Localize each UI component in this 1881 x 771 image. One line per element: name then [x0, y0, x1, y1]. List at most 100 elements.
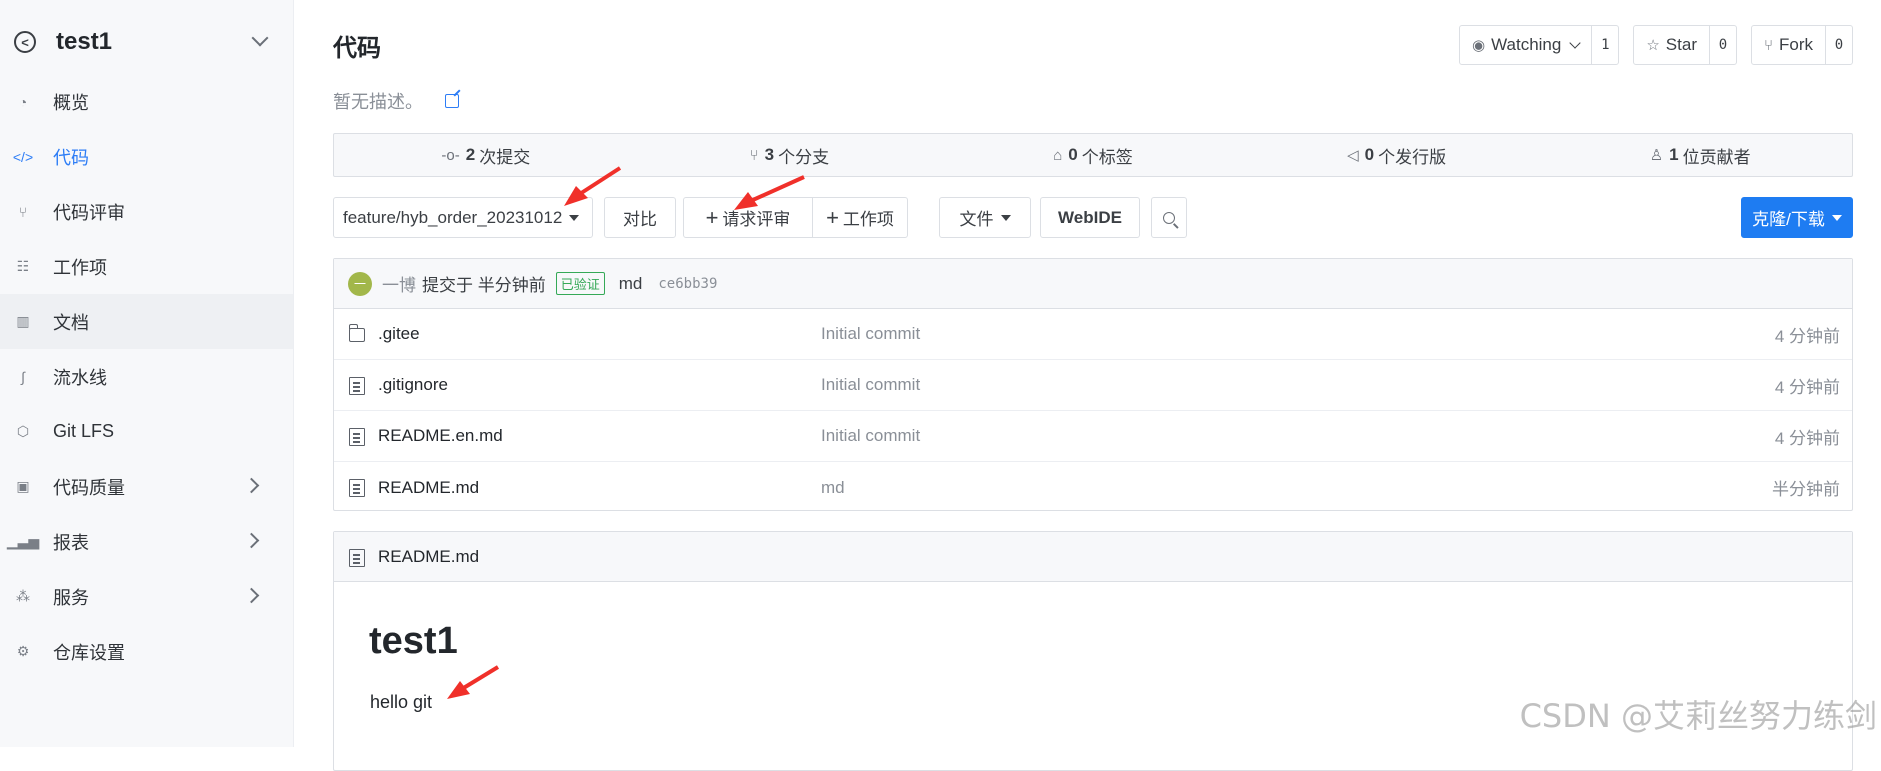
verified-badge: 已验证: [556, 272, 605, 295]
file-icon: [349, 479, 365, 497]
sidebar: < test1 ◔ 概览 </> 代码 ⑂ 代码评审 ☷ 工作项 ▥ 文档 ∫ …: [0, 0, 294, 747]
users-icon: ♙: [1650, 146, 1663, 164]
file-icon: [349, 428, 365, 446]
sidebar-nav: ◔ 概览 </> 代码 ⑂ 代码评审 ☷ 工作项 ▥ 文档 ∫ 流水线 ⬡ Gi…: [0, 74, 293, 679]
fork-count[interactable]: 0: [1826, 26, 1852, 64]
branches-stat[interactable]: ⑂ 3个分支: [638, 143, 942, 168]
tags-stat[interactable]: ⌂0个标签: [941, 143, 1245, 168]
branches-label: 个分支: [778, 143, 829, 168]
star-count[interactable]: 0: [1710, 26, 1736, 64]
sidebar-item-label: Git LFS: [53, 421, 114, 442]
file-icon: [349, 377, 365, 395]
sidebar-item-code[interactable]: </> 代码: [0, 129, 293, 184]
sidebar-item-label: 代码: [53, 144, 89, 170]
pipeline-icon: ∫: [14, 368, 32, 386]
latest-commit-row: 一 一博 提交于 半分钟前 已验证 md ce6bb39: [334, 259, 1852, 309]
main-content: 代码 暂无描述。 ◉Watching 1 ☆Star 0 ⑂Fork 0 -o-…: [333, 0, 1853, 747]
book-icon: ▥: [14, 313, 32, 331]
back-icon[interactable]: <: [14, 31, 36, 53]
annotation-arrow: [560, 164, 630, 209]
sidebar-item-pipeline[interactable]: ∫ 流水线: [0, 349, 293, 404]
sidebar-item-code-review[interactable]: ⑂ 代码评审: [0, 184, 293, 239]
file-row[interactable]: README.en.md Initial commit 4 分钟前: [334, 411, 1852, 462]
edit-icon[interactable]: [445, 94, 459, 108]
star-button[interactable]: ☆Star 0: [1633, 25, 1737, 65]
tags-label: 个标签: [1082, 143, 1133, 168]
code-icon: </>: [14, 148, 32, 166]
plus-icon: +: [706, 207, 719, 229]
branches-count: 3: [765, 145, 774, 165]
commit-message[interactable]: md: [619, 274, 643, 294]
webide-label: WebIDE: [1058, 208, 1122, 228]
sidebar-item-services[interactable]: ⁂ 服务: [0, 569, 293, 624]
social-buttons: ◉Watching 1 ☆Star 0 ⑂Fork 0: [1445, 25, 1853, 65]
plus-icon: +: [826, 207, 839, 229]
file-label: 文件: [960, 205, 994, 230]
commit-hash[interactable]: ce6bb39: [658, 276, 717, 292]
file-time: 4 分钟前: [1775, 373, 1840, 398]
fork-button[interactable]: ⑂Fork 0: [1751, 25, 1853, 65]
clone-label: 克隆/下载: [1752, 205, 1825, 230]
repo-header[interactable]: < test1: [14, 22, 274, 62]
work-item-label: 工作项: [843, 205, 894, 230]
avatar[interactable]: 一: [348, 272, 372, 296]
file-commit-message[interactable]: Initial commit: [821, 375, 920, 395]
sidebar-item-reports[interactable]: ▁▃▅ 报表: [0, 514, 293, 569]
star-label: Star: [1666, 35, 1697, 55]
gear-icon: ⚙: [14, 643, 32, 661]
repo-name: test1: [56, 28, 112, 56]
file-commit-message[interactable]: Initial commit: [821, 426, 920, 446]
dashboard-icon: ◔: [14, 93, 32, 111]
sidebar-item-work-items[interactable]: ☷ 工作项: [0, 239, 293, 294]
annotation-arrow: [443, 664, 503, 704]
file-row[interactable]: .gitignore Initial commit 4 分钟前: [334, 360, 1852, 411]
watermark: CSDN @艾莉丝努力练剑: [1520, 691, 1877, 737]
file-row[interactable]: .gitee Initial commit 4 分钟前: [334, 309, 1852, 360]
commits-count: 2: [466, 145, 475, 165]
commits-label: 次提交: [479, 143, 530, 168]
sidebar-item-settings[interactable]: ⚙ 仓库设置: [0, 624, 293, 679]
sidebar-item-label: 流水线: [53, 364, 107, 390]
caret-down-icon: [1001, 215, 1011, 221]
pull-request-icon: ⑂: [14, 203, 32, 221]
clone-download-button[interactable]: 克隆/下载: [1741, 197, 1853, 238]
work-item-button[interactable]: +工作项: [812, 197, 908, 238]
file-time: 4 分钟前: [1775, 322, 1840, 347]
contributors-count: 1: [1669, 145, 1678, 165]
search-button[interactable]: [1151, 197, 1187, 238]
branch-select[interactable]: feature/hyb_order_20231012: [333, 197, 593, 238]
chevron-down-icon: [1570, 37, 1581, 48]
chevron-down-icon[interactable]: [252, 30, 269, 47]
folder-icon: [349, 328, 365, 342]
contributors-stat[interactable]: ♙ 1位贡献者: [1548, 143, 1852, 168]
file-list: 一 一博 提交于 半分钟前 已验证 md ce6bb39 .gitee Init…: [333, 258, 1853, 511]
branch-icon: ⑂: [750, 147, 759, 164]
webide-button[interactable]: WebIDE: [1040, 197, 1140, 238]
watch-count[interactable]: 1: [1592, 26, 1618, 64]
sidebar-item-code-quality[interactable]: ▣ 代码质量: [0, 459, 293, 514]
file-name[interactable]: README.en.md: [378, 426, 503, 446]
file-row[interactable]: README.md md 半分钟前: [334, 462, 1852, 513]
sidebar-item-overview[interactable]: ◔ 概览: [0, 74, 293, 129]
branch-name: feature/hyb_order_20231012: [343, 208, 562, 228]
file-commit-message[interactable]: Initial commit: [821, 324, 920, 344]
file-name[interactable]: README.md: [378, 478, 479, 498]
readme-header: README.md: [334, 532, 1852, 582]
tag-icon: ⌂: [1053, 147, 1062, 164]
releases-count: 0: [1365, 145, 1374, 165]
watch-button[interactable]: ◉Watching 1: [1459, 25, 1619, 65]
file-name[interactable]: .gitee: [378, 324, 420, 344]
release-icon: ◁: [1347, 146, 1359, 164]
sidebar-item-docs[interactable]: ▥ 文档: [0, 294, 293, 349]
commit-author[interactable]: 一博: [382, 271, 416, 296]
file-menu-button[interactable]: 文件: [939, 197, 1031, 238]
sidebar-item-git-lfs[interactable]: ⬡ Git LFS: [0, 404, 293, 459]
file-name[interactable]: .gitignore: [378, 375, 448, 395]
contributors-label: 位贡献者: [1683, 143, 1751, 168]
releases-stat[interactable]: ◁0个发行版: [1245, 143, 1549, 168]
sidebar-item-label: 仓库设置: [53, 639, 125, 665]
file-commit-message[interactable]: md: [821, 478, 845, 498]
readme-file-name[interactable]: README.md: [378, 547, 479, 567]
sidebar-item-label: 代码评审: [53, 199, 125, 225]
page-title: 代码: [333, 28, 381, 63]
